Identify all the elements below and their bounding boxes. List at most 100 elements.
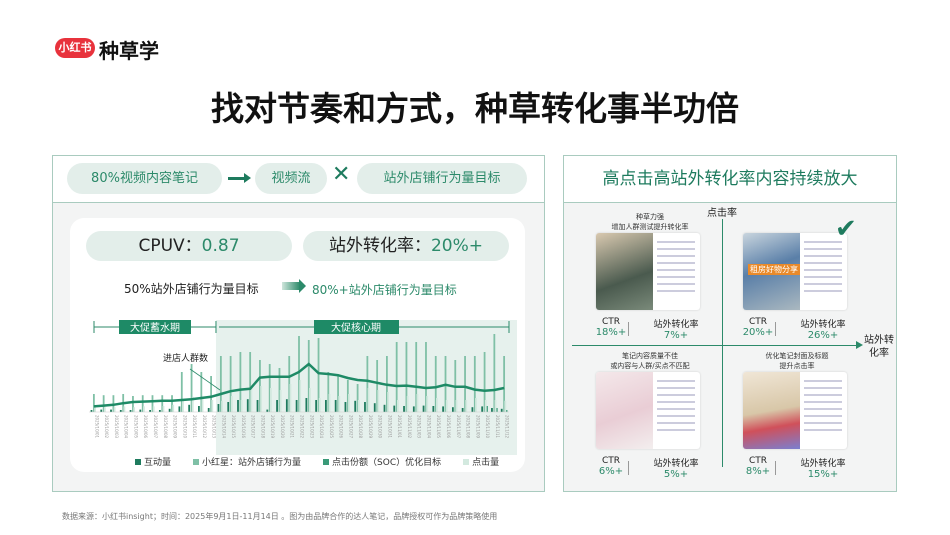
bar-0	[256, 400, 259, 412]
quadrant-caption: 种草力强 增加人群测试提升转化率	[611, 213, 689, 231]
bar-0	[432, 406, 435, 412]
bar-3	[250, 388, 253, 412]
legend-label: 小红星：站外店铺行为量	[202, 458, 302, 468]
x-tick-label: 2025/10/12	[202, 415, 207, 439]
bar-0	[305, 398, 308, 412]
bar-0	[276, 400, 278, 412]
bar-0	[90, 410, 93, 412]
phase2-label: 大促核心期	[331, 321, 381, 334]
legend-label: 点击份额（SOC）优化目标	[332, 458, 442, 468]
conversion-label: 站外转化率	[800, 459, 846, 469]
x-tick-label: 2025/10/15	[231, 415, 236, 439]
annotation-arrow	[189, 368, 221, 391]
legend-swatch	[463, 459, 470, 465]
cpuv-stat: CPUV：0.87	[86, 231, 292, 261]
x-tick-label: 2025/10/03	[114, 415, 119, 439]
note-photo	[596, 233, 653, 310]
note-thumbnail[interactable]	[596, 233, 700, 310]
bar-0	[393, 405, 396, 412]
bar-0	[110, 409, 112, 412]
metric-divider	[628, 461, 629, 475]
bar-3	[123, 406, 126, 412]
ctr-metric: CTR 18%+	[581, 317, 641, 338]
bar-3	[103, 407, 106, 412]
conversion-value: 15%+	[807, 469, 839, 480]
bar-0	[461, 408, 464, 412]
x-tick-label: 2025/10/20	[280, 415, 285, 439]
x-tick-label: 2025/10/26	[339, 415, 344, 439]
x-tick-label: 2025/10/05	[133, 415, 138, 439]
traffic-chart: 大促蓄水期 大促核心期 2025/10/01 2025/10/02 2025/10/03…	[89, 320, 517, 455]
bar-3	[133, 407, 136, 412]
legend-swatch	[135, 459, 141, 465]
quadrant-caption: 笔记内容质量不佳 或内容与人群/买点不匹配	[610, 352, 690, 370]
bar-3	[289, 384, 292, 412]
bar-0	[315, 400, 318, 412]
legend-item: 互动量	[135, 455, 171, 468]
gradient-arrow-head	[299, 279, 306, 293]
x-tick-label: 2025/11/08	[466, 415, 471, 439]
ctr-metric: CTR 8%+	[728, 456, 788, 477]
bar-0	[178, 406, 181, 412]
bar-0	[188, 404, 191, 412]
bar-3	[338, 396, 341, 412]
bar-3	[240, 400, 243, 412]
bar-0	[412, 406, 415, 412]
ctr-label: CTR	[601, 456, 621, 466]
x-tick-label: 2025/11/12	[505, 415, 510, 439]
quadrant-caption: 优化笔记封面及标题 提升点击率	[765, 352, 829, 370]
note-thumbnail[interactable]	[743, 372, 847, 449]
x-tick-label: 2025/10/18	[260, 415, 265, 439]
line-annotation: 进店人群数	[163, 352, 208, 364]
bar-3	[475, 398, 477, 412]
bar-3	[387, 392, 390, 412]
conversion-value: 20%+	[430, 236, 484, 256]
bar-3	[162, 406, 165, 412]
legend-label: 互动量	[144, 458, 172, 468]
legend-item: 点击份额（SOC）优化目标	[323, 455, 441, 468]
metric-divider	[775, 322, 776, 336]
bar-0	[246, 399, 249, 412]
bar-3	[465, 400, 468, 412]
bar-0	[295, 400, 298, 412]
bar-3	[309, 388, 311, 412]
bar-0	[158, 410, 161, 412]
ctr-value: 8%+	[745, 466, 771, 477]
bar-3	[484, 400, 487, 412]
cpuv-label: CPUV：	[138, 236, 202, 256]
x-tick-label: 2025/10/13	[212, 415, 217, 439]
arrow-head-icon	[244, 173, 251, 183]
from-target: 50%站外店铺行为量目标	[124, 282, 259, 296]
bar-0	[491, 408, 493, 412]
bar-3	[377, 390, 380, 412]
bar-3	[152, 406, 155, 412]
bar-0	[500, 408, 503, 412]
bar-3	[269, 388, 272, 412]
bar-0	[383, 404, 386, 412]
bar-0	[422, 405, 425, 412]
conversion-value: 7%+	[663, 330, 689, 341]
x-tick-label: 2025/11/03	[417, 415, 422, 439]
conversion-stat: 站外转化率：20%+	[303, 231, 509, 261]
bar-3	[230, 396, 233, 412]
bar-3	[445, 400, 448, 412]
x-tick-label: 2025/10/16	[241, 415, 246, 439]
bar-0	[149, 410, 151, 412]
ctr-value: 20%+	[742, 327, 774, 338]
bar-0	[266, 409, 269, 412]
gradient-arrow-icon	[282, 282, 300, 290]
bar-0	[100, 409, 103, 412]
bar-3	[455, 400, 458, 412]
x-tick-label: 2025/11/09	[475, 415, 480, 439]
x-tick-label: 2025/11/04	[426, 415, 431, 439]
conversion-value: 5%+	[663, 469, 689, 480]
legend-item: 点击量	[463, 455, 499, 468]
bar-3	[348, 394, 350, 412]
bar-0	[373, 403, 376, 412]
x-tick-label: 2025/10/27	[348, 415, 353, 439]
footer-source: 数据来源：小红书insight；时间：2025年9月1日-11月14日 。图为由…	[62, 512, 498, 521]
conversion-metric: 站外转化率 15%+	[793, 456, 853, 480]
note-thumbnail[interactable]	[596, 372, 700, 449]
x-tick-label: 2025/11/05	[436, 415, 441, 439]
flow-step-store-target: 站外店铺行为量目标	[357, 163, 527, 194]
